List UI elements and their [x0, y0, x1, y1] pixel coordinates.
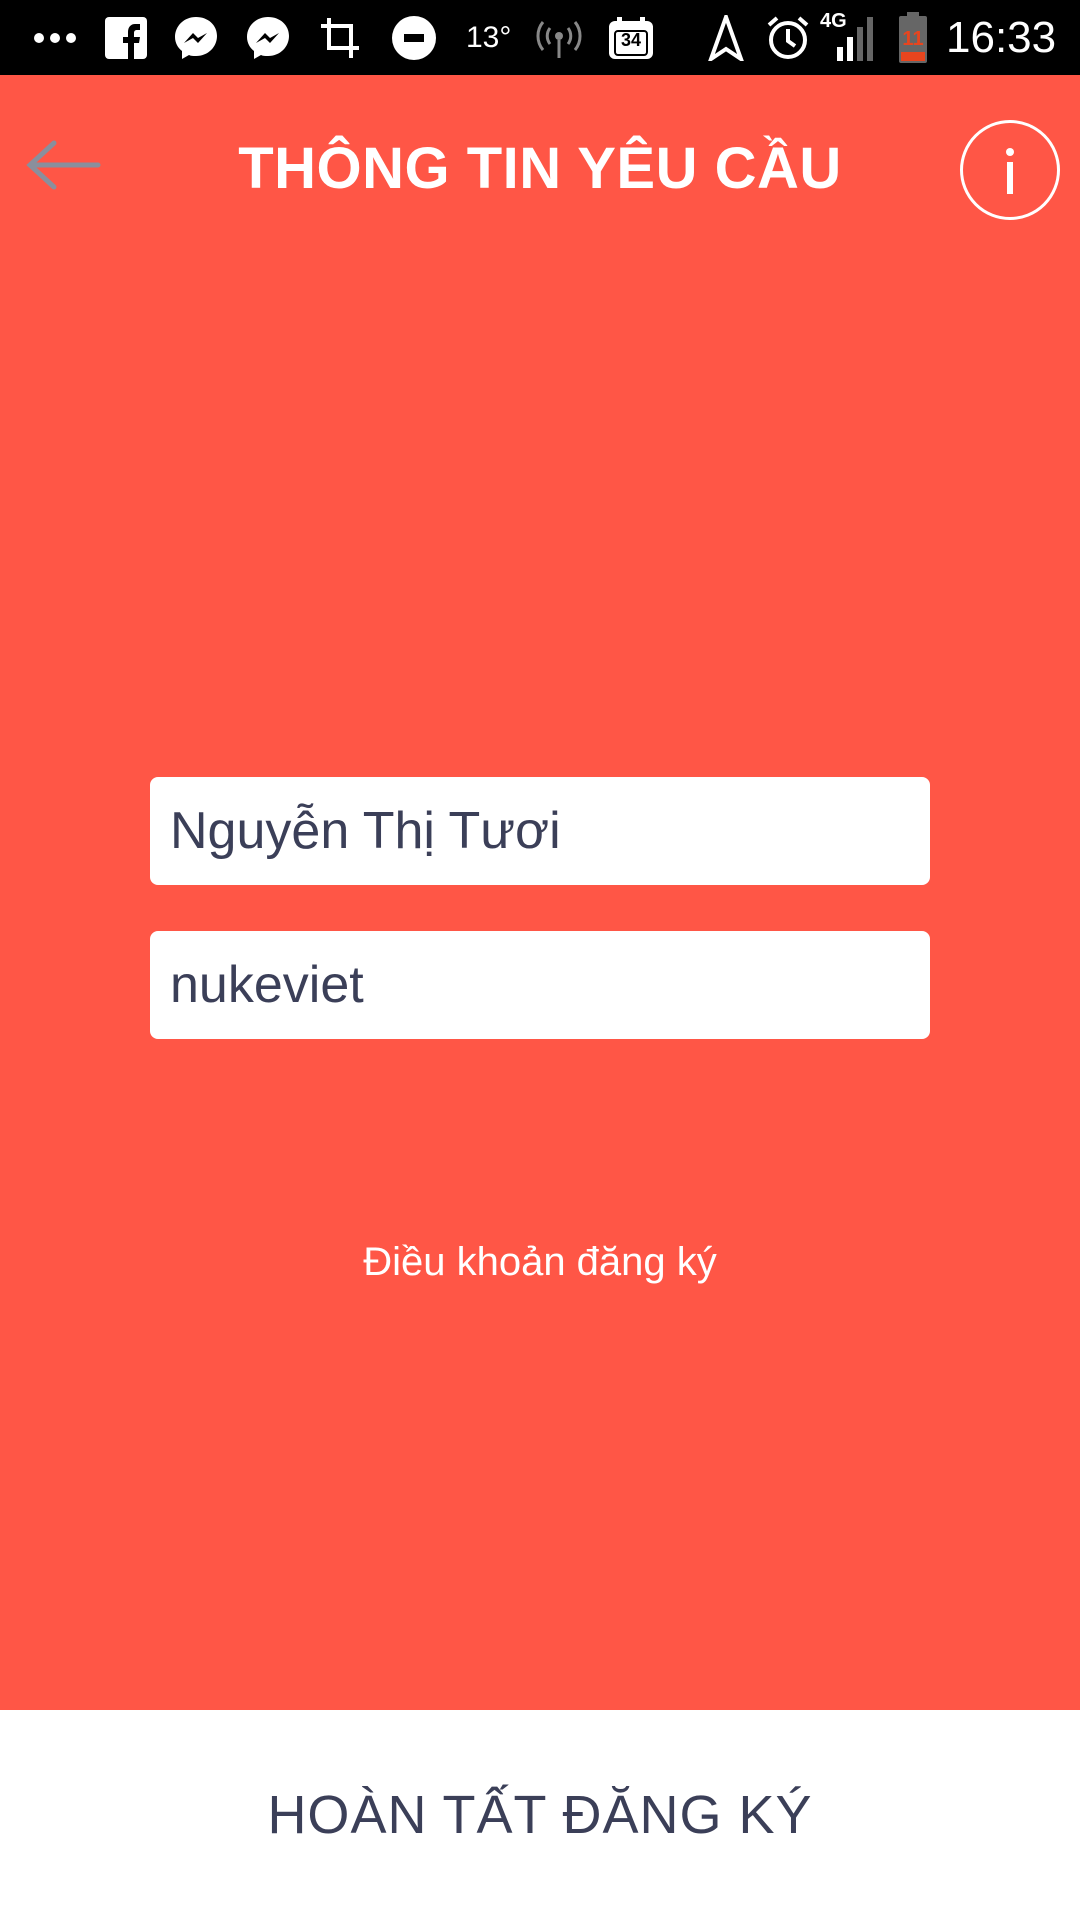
- page-title: THÔNG TIN YÊU CẦU: [238, 136, 842, 201]
- network-label: 4G: [820, 10, 847, 32]
- complete-registration-button[interactable]: HOÀN TẤT ĐĂNG KÝ: [0, 1710, 1080, 1920]
- messenger-icon: [244, 10, 292, 66]
- signal-icon: 4G: [820, 10, 876, 66]
- info-button[interactable]: [960, 120, 1060, 220]
- uber-icon: [390, 10, 438, 66]
- info-icon: [1006, 148, 1014, 194]
- terms-link[interactable]: Điều khoản đăng ký: [0, 1240, 1080, 1285]
- calendar-day: 34: [620, 30, 642, 50]
- status-bar: 13° 34 4G 11 16:33: [0, 0, 1080, 75]
- wifi-hotspot-icon: [532, 10, 586, 66]
- crop-icon: [318, 10, 364, 66]
- messenger-icon: [172, 10, 220, 66]
- alarm-icon: [764, 10, 812, 66]
- facebook-icon: [104, 10, 148, 66]
- calendar-icon: 34: [606, 10, 656, 66]
- username-field[interactable]: [150, 931, 930, 1039]
- name-field[interactable]: [150, 777, 930, 885]
- footer-bar: HOÀN TẤT ĐĂNG KÝ: [0, 1710, 1080, 1920]
- app-header: THÔNG TIN YÊU CẦU: [0, 75, 1080, 270]
- more-icon: [30, 10, 80, 66]
- username-input[interactable]: [168, 954, 930, 1016]
- navigation-icon: [706, 10, 746, 66]
- battery-level: 11: [902, 28, 924, 50]
- clock: 16:33: [946, 13, 1057, 62]
- temperature-label: 13°: [466, 21, 512, 54]
- name-input[interactable]: [168, 800, 930, 862]
- battery-icon: 11: [894, 10, 932, 66]
